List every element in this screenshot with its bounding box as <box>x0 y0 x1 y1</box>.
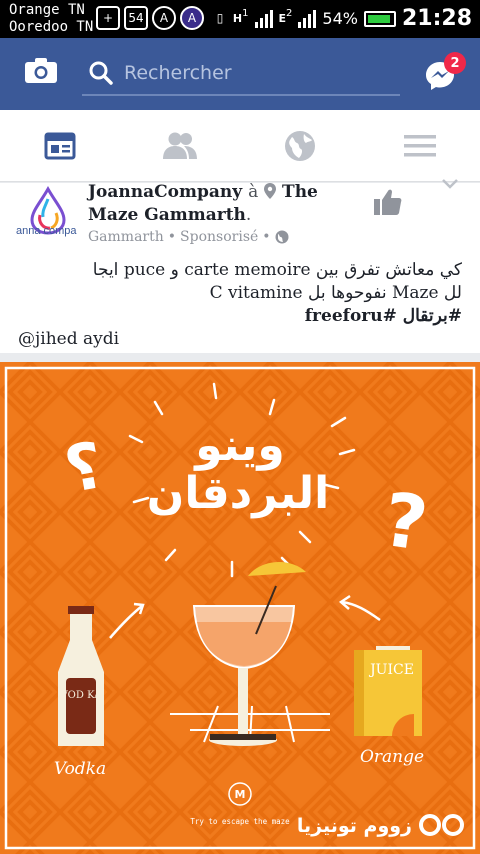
sim2-label: 2 <box>286 8 293 19</box>
post-text: كي معاتش تفرق بين carte memoire و puce ا… <box>14 259 462 328</box>
tagline: Try to escape the maze <box>190 817 290 826</box>
battery-icon <box>363 10 396 27</box>
vodka-caption: Vodka <box>54 759 106 779</box>
orange-caption: Orange <box>360 747 424 767</box>
search-bar[interactable] <box>82 52 400 96</box>
sponsored-label[interactable]: Sponsorisé <box>180 229 258 245</box>
vodka-label: VOD KA <box>60 690 103 701</box>
chevron-down-icon[interactable] <box>442 177 458 191</box>
notification-count-icon: 54 <box>124 6 148 30</box>
top-bar: 2 <box>0 38 480 110</box>
city-label[interactable]: Gammarth <box>88 229 164 245</box>
search-icon <box>89 61 113 85</box>
headline-line-1: وينو <box>193 420 284 471</box>
tab-menu[interactable] <box>404 130 436 162</box>
globe-icon <box>275 230 289 244</box>
maze-logo-text: M <box>235 788 246 801</box>
post-line-1: كي معاتش تفرق بين carte memoire و puce ا… <box>92 260 462 280</box>
vibrate-icon: ▯ <box>216 11 224 25</box>
page-name-link[interactable]: JoannaCompany <box>88 182 242 202</box>
battery-percent: 54% <box>322 9 358 28</box>
carrier-2: Ooredoo TN <box>9 19 94 35</box>
juice-label: JUICE <box>368 662 414 678</box>
tab-notifications[interactable] <box>284 130 316 162</box>
network-type-1: H <box>232 12 243 25</box>
avatar-text: anna compa <box>16 225 77 237</box>
tab-news-feed[interactable] <box>44 130 76 162</box>
tab-bar <box>0 110 480 182</box>
signal-1-icon <box>254 9 273 28</box>
network-type-2: E <box>278 12 287 25</box>
signal-2-icon <box>298 9 317 28</box>
location-suffix: . <box>245 205 252 225</box>
notification-icons: + 54 A A ▯ <box>96 6 232 30</box>
status-right: H 1 E 2 54% 21:28 <box>233 6 472 31</box>
messages-badge: 2 <box>444 52 466 74</box>
watermark-text: زووم تونيزيا <box>297 815 412 837</box>
post-meta: Gammarth • Sponsorisé • <box>88 229 289 245</box>
ad-illustration: ؟ ? وينو البردقان VOD KA Vodka JUICE Ora… <box>0 362 480 854</box>
carrier-names: Orange TN Ooredoo TN <box>9 2 93 36</box>
post-hashtags[interactable]: #برتقال #freeforu <box>14 305 462 328</box>
meta-dot: • <box>262 229 271 245</box>
clock: 21:28 <box>401 6 472 31</box>
carrier-1: Orange TN <box>9 2 85 18</box>
tab-friends[interactable] <box>162 130 198 162</box>
meta-dot: • <box>167 229 177 245</box>
search-input[interactable] <box>124 62 374 84</box>
headline-line-2: البردقان <box>147 468 329 519</box>
post-line-2: لل Maze نفوحوها بل C vitamine <box>209 283 462 303</box>
location-pin-icon <box>264 183 277 199</box>
camera-icon[interactable] <box>24 58 58 84</box>
mention-link[interactable]: @jihed aydi <box>18 329 119 349</box>
juice-box-icon: JUICE <box>354 646 422 736</box>
sim1-label: 1 <box>242 8 249 19</box>
ad-image[interactable]: ؟ ? وينو البردقان VOD KA Vodka JUICE Ora… <box>0 362 480 854</box>
app-icon-1: A <box>152 6 176 30</box>
like-page-icon[interactable] <box>372 187 402 217</box>
post-card: anna compa JoannaCompany à The Maze Gamm… <box>0 179 480 353</box>
status-bar: Orange TN Ooredoo TN + 54 A A ▯ H 1 E 2 … <box>0 0 480 38</box>
add-icon: + <box>96 6 120 30</box>
post-title: JoannaCompany à The Maze Gammarth. <box>88 181 348 227</box>
at-word: à <box>248 182 259 202</box>
app-icon-2: A <box>180 6 204 30</box>
avatar[interactable]: anna compa <box>16 185 78 245</box>
